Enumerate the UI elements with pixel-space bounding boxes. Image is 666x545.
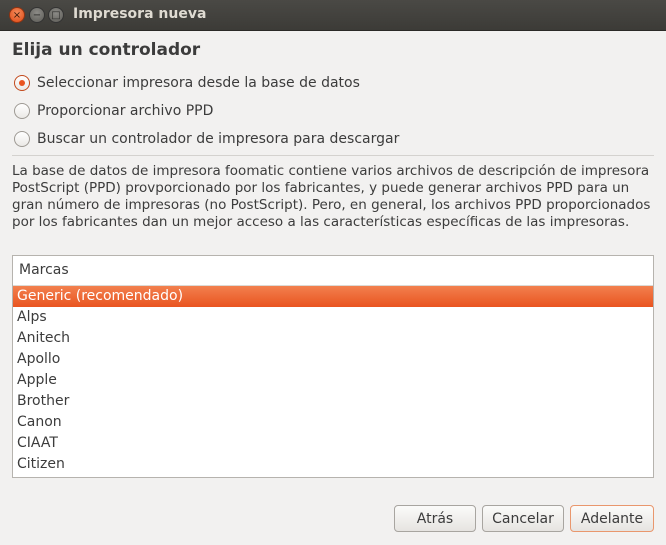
window-title: Impresora nueva [73,6,207,22]
list-item-canon[interactable]: Canon [13,412,653,433]
separator [12,155,654,156]
brands-list-header[interactable]: Marcas [13,256,653,286]
back-button[interactable]: Atrás [394,505,476,532]
option-database-label: Seleccionar impresora desde la base de d… [37,75,360,91]
radio-unchecked-icon[interactable] [14,131,30,147]
list-item-apple[interactable]: Apple [13,370,653,391]
option-ppd-file[interactable]: Proporcionar archivo PPD [14,101,213,121]
option-ppd-file-label: Proporcionar archivo PPD [37,103,214,119]
window-titlebar: × − □ Impresora nueva [0,0,666,31]
list-item-anitech[interactable]: Anitech [13,328,653,349]
list-item-ciaat[interactable]: CIAAT [13,433,653,454]
option-download-driver[interactable]: Buscar un controlador de impresora para … [14,129,399,149]
list-item-apollo[interactable]: Apollo [13,349,653,370]
list-item-brother[interactable]: Brother [13,391,653,412]
radio-checked-icon[interactable] [14,75,30,91]
minimize-window-icon[interactable]: − [29,7,45,23]
brands-list[interactable]: Marcas Generic (recomendado) Alps Anitec… [12,255,654,478]
next-button[interactable]: Adelante [570,505,654,532]
list-item-alps[interactable]: Alps [13,307,653,328]
description-text: La base de datos de impresora foomatic c… [12,163,651,230]
option-database[interactable]: Seleccionar impresora desde la base de d… [14,73,360,93]
cancel-button[interactable]: Cancelar [482,505,564,532]
close-window-icon[interactable]: × [9,7,25,23]
page-title: Elija un controlador [12,40,201,60]
list-item-generic[interactable]: Generic (recomendado) [13,286,653,307]
radio-unchecked-icon[interactable] [14,103,30,119]
option-download-driver-label: Buscar un controlador de impresora para … [37,131,400,147]
maximize-window-icon[interactable]: □ [48,7,64,23]
list-item-citizen[interactable]: Citizen [13,454,653,475]
